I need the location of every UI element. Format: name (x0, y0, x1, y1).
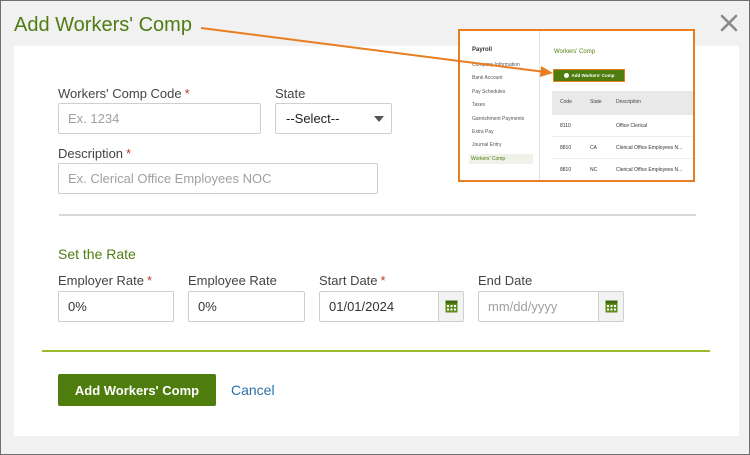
employee-rate-label: Employee Rate (188, 273, 277, 288)
code-label: Workers' Comp Code * (58, 86, 190, 101)
inset-screenshot: Payroll Company Information Bank Account… (458, 29, 695, 182)
inset-sidebar-item: Company Information (472, 62, 520, 68)
cancel-link[interactable]: Cancel (231, 382, 275, 398)
description-input[interactable]: Ex. Clerical Office Employees NOC (58, 163, 378, 194)
inset-sidebar: Payroll Company Information Bank Account… (460, 31, 540, 180)
inset-sidebar-item: Garnishment Payments (472, 116, 525, 122)
chevron-down-icon (374, 116, 384, 122)
description-label: Description * (58, 146, 132, 161)
inset-table-row: 8110 Office Clerical (552, 115, 693, 137)
inset-sidebar-item: Journal Entry (472, 142, 502, 148)
inset-page-title: Workers' Comp (554, 49, 596, 55)
plus-circle-icon (563, 73, 569, 78)
inset-table-row: 8810 NC Clerical Office Employees N... (552, 159, 693, 180)
inset-sidebar-item: Taxes (472, 102, 486, 108)
section-divider (59, 214, 696, 216)
inset-sidebar-item: Pay Schedules (472, 89, 506, 95)
inset-sidebar-item: Extra Pay (472, 129, 494, 135)
inset-add-button: Add Workers' Comp (553, 69, 625, 82)
employee-rate-input[interactable]: 0% (188, 291, 305, 322)
employer-rate-label: Employer Rate * (58, 273, 153, 288)
inset-sidebar-item: Bank Account (472, 75, 503, 81)
employer-rate-input[interactable]: 0% (58, 291, 174, 322)
actions-divider (42, 350, 710, 352)
rate-section-title: Set the Rate (58, 246, 136, 262)
inset-table-header: Code State Description (552, 91, 693, 115)
start-date-value: 01/01/2024 (329, 299, 395, 314)
start-date-label: Start Date * (319, 273, 386, 288)
modal-title: Add Workers' Comp (14, 14, 192, 36)
inset-sidebar-title: Payroll (472, 47, 493, 53)
calendar-icon[interactable] (438, 292, 463, 321)
start-date-input[interactable]: 01/01/2024 (319, 291, 464, 322)
end-date-placeholder: mm/dd/yyyy (488, 299, 558, 314)
code-input[interactable]: Ex. 1234 (58, 103, 261, 134)
close-icon[interactable] (719, 13, 739, 33)
modal-frame: Add Workers' Comp Workers' Comp Code * Ex… (0, 0, 750, 455)
end-date-input[interactable]: mm/dd/yyyy (478, 291, 624, 322)
state-select[interactable]: --Select-- (275, 103, 392, 134)
state-select-value: --Select-- (286, 111, 340, 126)
inset-sidebar-item-active: Workers' Comp (469, 154, 533, 164)
inset-table-row: 8810 CA Clerical Office Employees N... (552, 137, 693, 159)
calendar-icon[interactable] (598, 292, 623, 321)
add-workers-comp-button[interactable]: Add Workers' Comp (58, 374, 216, 406)
end-date-label: End Date (478, 273, 533, 288)
state-label: State (275, 86, 306, 101)
